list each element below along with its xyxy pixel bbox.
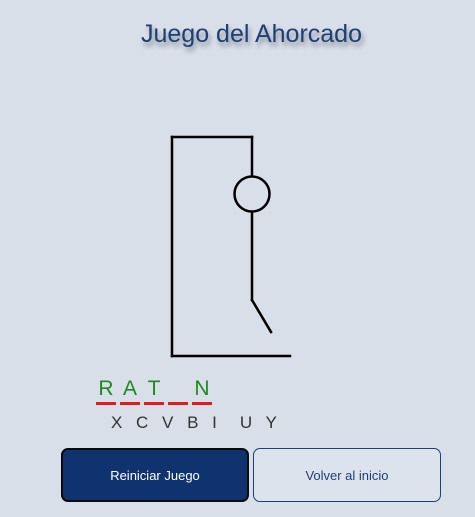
hangman-right-leg [250, 298, 273, 334]
hangman-head [233, 175, 271, 213]
wrong-letters: X C V B I U Y [111, 413, 282, 432]
back-to-home-button[interactable]: Volver al inicio [253, 448, 441, 502]
letter-slot: A [120, 376, 140, 405]
letter-slot: N [192, 376, 212, 405]
letter-slot: T [144, 376, 164, 405]
letter-slot [168, 376, 188, 405]
letter-slot: R [96, 376, 116, 405]
hangman-drawing [170, 135, 292, 358]
restart-game-button[interactable]: Reiniciar Juego [61, 448, 249, 502]
